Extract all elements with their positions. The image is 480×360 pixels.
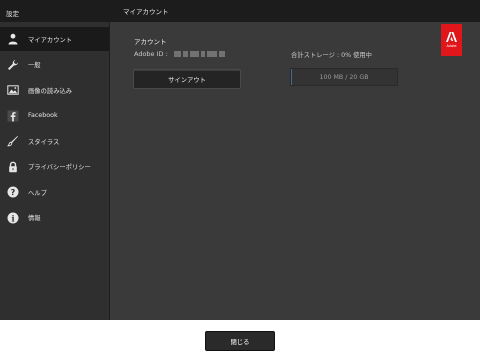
adobe-id-label: Adobe ID : bbox=[134, 50, 168, 58]
sidebar-item-general[interactable]: 一般 bbox=[0, 53, 109, 77]
help-icon: ? bbox=[6, 186, 19, 199]
sidebar-item-label: ヘルプ bbox=[28, 189, 47, 197]
sidebar-item-stylus[interactable]: スタイラス bbox=[0, 129, 109, 153]
sidebar-item-image-import[interactable]: 画像の読み込み bbox=[0, 78, 109, 102]
sidebar-item-privacy-policy[interactable]: プライバシーポリシー bbox=[0, 155, 109, 179]
sidebar-item-label: 一般 bbox=[28, 62, 41, 69]
sidebar-item-label: 情報 bbox=[28, 215, 41, 222]
storage-usage-label: 合計ストレージ : 0% 使用中 bbox=[291, 52, 372, 59]
adobe-id-redacted bbox=[173, 51, 225, 57]
sidebar-item-label: 画像の読み込み bbox=[28, 87, 73, 95]
sidebar-item-my-account[interactable]: マイアカウント bbox=[0, 27, 109, 51]
settings-window: 設定 マイアカウント 一般 画像の読み込み Facebook スタイラス プライ… bbox=[0, 0, 480, 360]
lock-icon bbox=[6, 160, 19, 173]
adobe-id-row: Adobe ID : bbox=[134, 50, 225, 58]
sidebar-item-info[interactable]: i 情報 bbox=[0, 206, 109, 230]
user-icon bbox=[6, 33, 19, 46]
info-icon: i bbox=[6, 211, 19, 224]
adobe-logo-text: Adobe bbox=[446, 44, 457, 48]
sidebar-list: マイアカウント 一般 画像の読み込み Facebook スタイラス プライバシー… bbox=[0, 27, 109, 230]
facebook-icon bbox=[6, 109, 19, 122]
adobe-a-mark-icon bbox=[446, 32, 457, 42]
storage-usage-text: 100 MB / 20 GB bbox=[319, 73, 369, 81]
page-title: マイアカウント bbox=[110, 0, 480, 22]
sidebar: 設定 マイアカウント 一般 画像の読み込み Facebook スタイラス プライ… bbox=[0, 0, 110, 320]
sign-out-button[interactable]: サインアウト bbox=[133, 69, 241, 89]
sidebar-item-facebook[interactable]: Facebook bbox=[0, 104, 109, 128]
sidebar-item-label: スタイラス bbox=[28, 138, 60, 146]
footer-bar: 閉じる bbox=[0, 320, 480, 360]
wrench-icon bbox=[6, 58, 19, 71]
storage-progress-bar: 100 MB / 20 GB bbox=[290, 68, 398, 86]
stylus-icon bbox=[6, 135, 19, 148]
close-button[interactable]: 閉じる bbox=[205, 331, 275, 351]
svg-text:?: ? bbox=[10, 188, 15, 197]
sidebar-item-label: プライバシーポリシー bbox=[28, 164, 91, 171]
adobe-logo: Adobe bbox=[441, 24, 462, 56]
svg-text:i: i bbox=[11, 213, 14, 223]
account-heading: アカウント bbox=[134, 38, 167, 46]
sidebar-item-help[interactable]: ? ヘルプ bbox=[0, 180, 109, 204]
main-panel: マイアカウント アカウント Adobe ID : サインアウト 合計ストレージ … bbox=[110, 0, 480, 320]
sidebar-item-label: Facebook bbox=[28, 112, 58, 119]
sidebar-title: 設定 bbox=[0, 0, 109, 22]
image-icon bbox=[6, 84, 19, 97]
sidebar-item-label: マイアカウント bbox=[28, 36, 73, 44]
